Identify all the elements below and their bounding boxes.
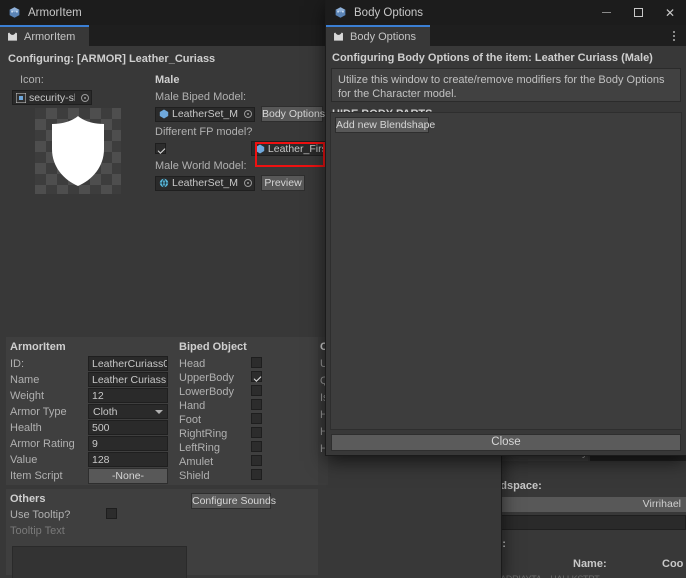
- icon-preview: [35, 108, 121, 194]
- cells-row-blurred[interactable]: Halk'ADRIAYTA... HALLKSTRT: [482, 574, 682, 578]
- field-label-item-script: Item Script: [10, 470, 63, 482]
- armoritem-heading: ArmorItem: [10, 341, 66, 353]
- field-label-armor-type: Armor Type: [10, 406, 67, 418]
- window-controls: ✕: [590, 0, 686, 25]
- armor-properties-panel: ArmorItem ID: LeatherCuriass001 Name Lea…: [6, 337, 318, 485]
- use-tooltip-checkbox[interactable]: [106, 508, 117, 519]
- preview-button[interactable]: Preview: [261, 175, 305, 191]
- body-options-button[interactable]: Body Options: [261, 106, 325, 122]
- field-label-armor-rating: Armor Rating: [10, 438, 75, 450]
- field-label-value: Value: [10, 454, 38, 466]
- field-value-weight[interactable]: 12: [88, 388, 168, 403]
- biped-checkbox-amulet[interactable]: [251, 455, 262, 466]
- field-label-name: Name: [10, 374, 40, 386]
- worldspace-subfield[interactable]: [482, 515, 686, 530]
- male-biped-model-picker-icon[interactable]: [241, 108, 254, 121]
- blendshape-scroll-area: Add new Blendshape: [330, 112, 682, 430]
- prefab-icon: [159, 109, 169, 119]
- biped-label-upperbody: UpperBody: [179, 372, 235, 384]
- biped-checkbox-lowerbody[interactable]: [251, 385, 262, 396]
- biped-label-hand: Hand: [179, 400, 206, 412]
- biped-label-lowerbody: LowerBody: [179, 386, 235, 398]
- tab-body-options[interactable]: Body Options: [326, 25, 431, 46]
- body-tab-row: Body Options: [326, 25, 686, 46]
- shield-icon: [52, 116, 104, 186]
- biped-checkbox-upperbody[interactable]: [251, 371, 262, 382]
- use-tooltip-label: Use Tooltip?: [10, 509, 71, 521]
- model-icon: [159, 178, 169, 188]
- field-value-armor-type[interactable]: Cloth: [88, 404, 168, 419]
- kebab-menu-icon[interactable]: [668, 28, 680, 43]
- tooltip-text-label: Tooltip Text: [10, 525, 65, 537]
- biped-checkbox-head[interactable]: [251, 357, 262, 368]
- biped-label-head: Head: [179, 358, 206, 370]
- biped-label-foot: Foot: [179, 414, 202, 426]
- biped-checkbox-hand[interactable]: [251, 399, 262, 410]
- different-fp-label: Different FP model?: [155, 126, 253, 138]
- field-value-value[interactable]: 128: [88, 452, 168, 467]
- add-new-blendshape-button[interactable]: Add new Blendshape: [335, 117, 435, 133]
- field-value-item-script[interactable]: -None-: [88, 468, 168, 484]
- unity-cube-icon: [9, 7, 20, 18]
- male-biped-model-field[interactable]: LeatherSet_Male_: [155, 106, 255, 122]
- background-cells-panel: RPGCreationKit.CellsSystem.Cell RPGCreat…: [470, 445, 686, 578]
- armor-configuring-label: Configuring: [ARMOR] Leather_Curiass: [8, 53, 216, 65]
- male-biped-model-label: Male Biped Model:: [155, 91, 247, 103]
- minimize-button[interactable]: [590, 0, 622, 25]
- armor-type-selected: Cloth: [93, 405, 118, 418]
- unity-cube-icon: [335, 7, 346, 18]
- field-value-health[interactable]: 500: [88, 420, 168, 435]
- icon-object-field[interactable]: security-shi: [12, 90, 92, 105]
- body-options-window: Body Options ✕ Body Options Configuring …: [326, 0, 686, 455]
- field-value-name[interactable]: Leather Curiass: [88, 372, 168, 387]
- biped-object-heading: Biped Object: [179, 341, 247, 353]
- biped-label-shield: Shield: [179, 470, 210, 482]
- field-label-health: Health: [10, 422, 42, 434]
- body-window-body: Configuring Body Options of the item: Le…: [326, 46, 686, 455]
- male-world-model-field[interactable]: LeatherSet_Male_C: [155, 175, 255, 191]
- others-heading: Others: [10, 493, 46, 505]
- chevron-down-icon: [155, 409, 163, 414]
- male-section: Male Male Biped Model: LeatherSet_Male_ …: [155, 74, 340, 191]
- male-heading: Male: [155, 74, 180, 86]
- configure-sounds-button[interactable]: Configure Sounds: [191, 493, 276, 509]
- maximize-button[interactable]: [622, 0, 654, 25]
- male-biped-model-value: LeatherSet_Male_: [172, 108, 238, 120]
- body-options-highlight: [255, 142, 325, 167]
- biped-label-leftring: LeftRing: [179, 442, 220, 454]
- body-configuring-label: Configuring Body Options of the item: Le…: [332, 52, 653, 64]
- biped-label-rightring: RightRing: [179, 428, 228, 440]
- icon-label: Icon:: [20, 74, 44, 86]
- field-label-id: ID:: [10, 358, 25, 370]
- close-icon[interactable]: ✕: [654, 0, 686, 25]
- armor-window-title: ArmorItem: [28, 6, 82, 19]
- biped-checkbox-rightring[interactable]: [251, 427, 262, 438]
- biped-label-amulet: Amulet: [179, 456, 214, 468]
- armor-chest-icon: [8, 32, 17, 41]
- male-world-model-value: LeatherSet_Male_C: [172, 177, 238, 189]
- icon-object-picker-icon[interactable]: [78, 91, 91, 104]
- icon-object-value: security-shi: [29, 91, 75, 104]
- close-button[interactable]: Close: [331, 434, 681, 451]
- body-window-titlebar[interactable]: Body Options ✕: [326, 0, 686, 25]
- biped-checkbox-foot[interactable]: [251, 413, 262, 424]
- cells-col-name: Name:: [573, 558, 607, 570]
- biped-checkbox-shield[interactable]: [251, 469, 262, 480]
- biped-checkbox-leftring[interactable]: [251, 441, 262, 452]
- armor-chest-icon: [334, 32, 343, 41]
- tab-armoritem[interactable]: ArmorItem: [0, 25, 90, 46]
- tab-armoritem-label: ArmorItem: [24, 30, 76, 43]
- sprite-icon: [16, 92, 26, 103]
- tab-body-options-label: Body Options: [350, 30, 417, 43]
- field-label-weight: Weight: [10, 390, 45, 402]
- tooltip-text-area[interactable]: [12, 546, 187, 578]
- worldspace-value[interactable]: Virrihael: [482, 497, 686, 512]
- body-window-title: Body Options: [354, 6, 424, 19]
- different-fp-checkbox[interactable]: [155, 143, 166, 154]
- field-value-armor-rating[interactable]: 9: [88, 436, 168, 451]
- field-value-id[interactable]: LeatherCuriass001: [88, 356, 168, 371]
- male-world-model-picker-icon[interactable]: [241, 177, 254, 190]
- help-box: Utilize this window to create/remove mod…: [331, 68, 681, 102]
- cells-col-coord: Coo: [662, 558, 684, 570]
